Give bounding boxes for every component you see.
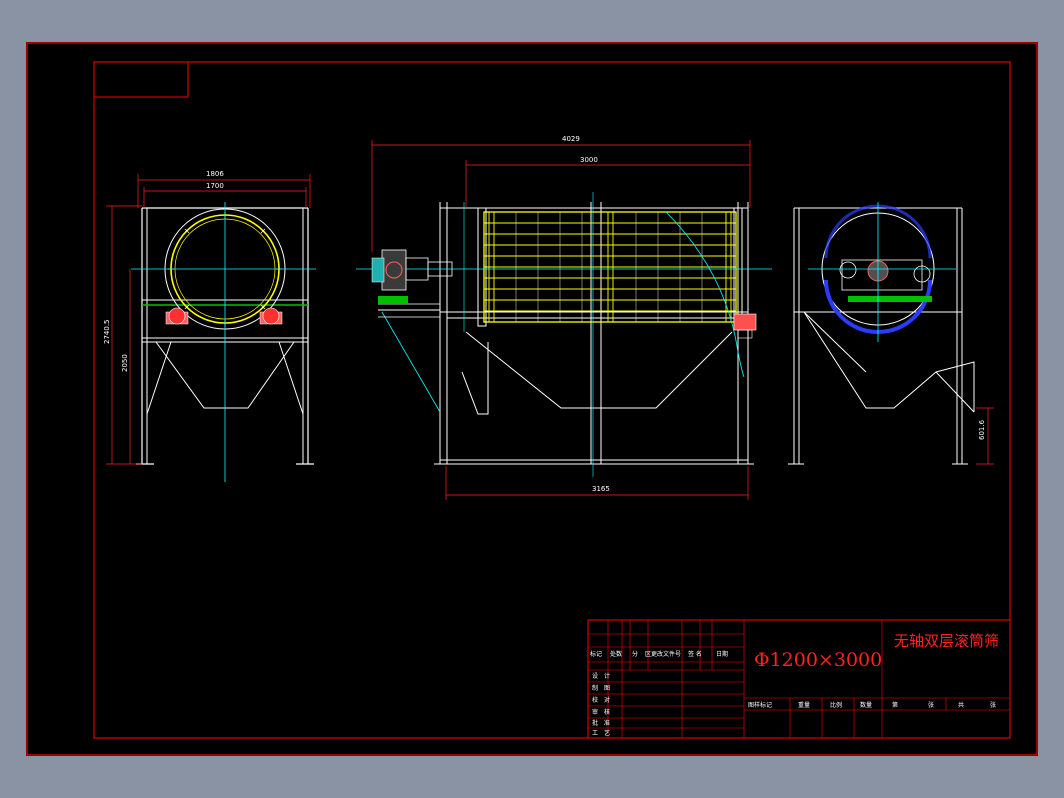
tb-sheet-cell-0: 第	[892, 701, 898, 709]
tb-row-5: 工 艺	[592, 729, 610, 737]
drawing-spec-title: Φ1200×3000	[754, 649, 882, 671]
tb-sheet-cell-1: 张	[928, 701, 934, 709]
tb-row-0: 设 计	[592, 672, 610, 680]
tb-header-cell-1: 处数	[610, 650, 622, 658]
dim-side-inner-width: 1700	[206, 182, 224, 190]
dim-right-outlet-height: 601.6	[978, 419, 986, 440]
drawing-svg: 1806 1700 2740.5 2050 4029 3000 3165 601…	[26, 42, 1038, 756]
tb-bottom-cell-3: 数量	[860, 701, 872, 709]
tb-row-4: 批 准	[592, 719, 610, 727]
tb-sheet-cell-3: 张	[990, 701, 996, 709]
dim-side-total-height: 2740.5	[103, 320, 111, 345]
tb-header-cell-4: 签 名	[688, 650, 702, 658]
tb-bottom-cell-1: 重量	[798, 701, 810, 709]
title-block: 标记 处数 分 区更改文件号 签 名 日期 设 计 制 图 校 对 审 核 批 …	[587, 619, 1011, 739]
dim-front-base-length: 3165	[592, 485, 610, 493]
left-roller-a	[165, 307, 189, 325]
tb-header-cell-2: 分	[632, 650, 638, 658]
outer-border	[26, 42, 1038, 756]
tb-header-cell-0: 标记	[590, 650, 602, 658]
cad-drawing-canvas[interactable]: 1806 1700 2740.5 2050 4029 3000 3165 601…	[26, 42, 1038, 756]
front-bearing	[733, 313, 757, 339]
inner-border	[93, 61, 1011, 739]
tb-row-3: 审 核	[592, 708, 610, 716]
dim-side-outer-width: 1806	[206, 170, 224, 178]
tb-header-cell-3: 区更改文件号	[645, 650, 681, 658]
tb-bottom-cell-0: 图样标记	[748, 701, 772, 709]
dim-front-total-length: 4029	[562, 135, 580, 143]
corner-stamp-box	[93, 61, 189, 98]
drawing-name: 无轴双层滚筒筛	[894, 632, 999, 650]
left-end-view: 1806 1700 2740.5 2050	[103, 170, 316, 482]
dim-side-support-height: 2050	[121, 354, 129, 372]
tb-row-1: 制 图	[592, 684, 610, 692]
right-end-view: 601.6	[788, 202, 994, 465]
tb-row-2: 校 对	[592, 696, 610, 704]
tb-header-cell-5: 日期	[716, 650, 728, 658]
tb-sheet-cell-2: 共	[958, 701, 964, 709]
tb-bottom-cell-2: 比例	[830, 701, 842, 709]
dim-front-drum-length: 3000	[580, 156, 598, 164]
left-roller-b	[259, 307, 283, 325]
front-elevation-view: 4029 3000 3165	[356, 135, 772, 500]
